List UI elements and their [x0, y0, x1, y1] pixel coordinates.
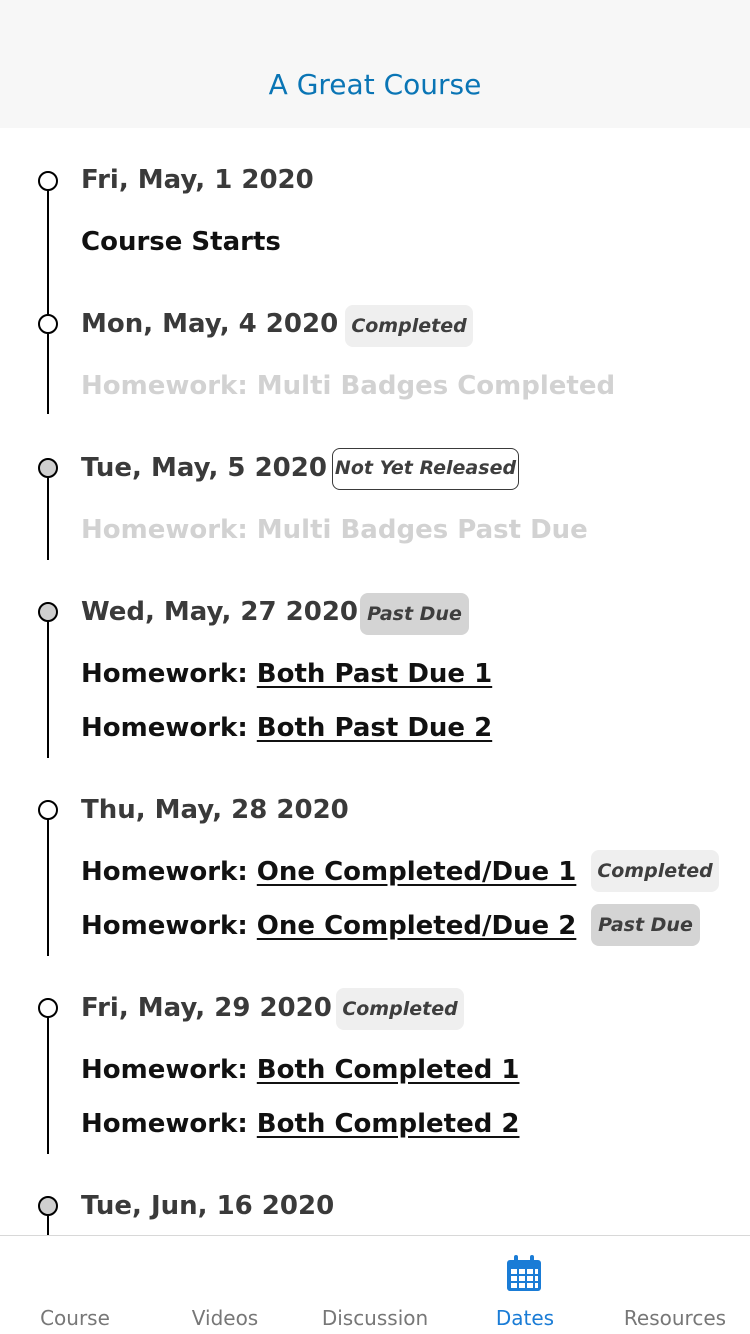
timeline-dot	[38, 458, 58, 478]
item-prefix: Homework:	[81, 911, 257, 941]
assignment-link[interactable]: Both Completed 1	[257, 1055, 520, 1085]
date-heading: Wed, May, 27 2020	[81, 597, 358, 627]
tab-resources[interactable]: Resources	[600, 1306, 750, 1330]
item-prefix: Homework:	[81, 1055, 257, 1085]
tab-dates[interactable]: Dates	[450, 1306, 600, 1330]
date-heading: Tue, Jun, 16 2020	[81, 1191, 335, 1221]
date-heading: Fri, May, 29 2020	[81, 993, 332, 1023]
item-prefix: Homework:	[81, 857, 257, 887]
past-due-badge: Past Due	[360, 593, 469, 635]
app-header: A Great Course	[0, 0, 750, 128]
past-due-badge: Past Due	[591, 904, 700, 946]
completed-badge: Completed	[591, 850, 719, 892]
timeline-dot	[38, 602, 58, 622]
date-item: Homework: Both Past Due 1	[81, 658, 492, 690]
course-title: A Great Course	[268, 68, 482, 101]
timeline-dot	[38, 800, 58, 820]
timeline-line	[47, 602, 49, 758]
item-prefix: Homework:	[81, 515, 257, 545]
date-item: Homework: Both Completed 1	[81, 1054, 519, 1086]
date-item: Homework: Both Completed 2	[81, 1108, 519, 1140]
dates-timeline[interactable]: Fri, May, 1 2020 Course Starts Mon, May,…	[0, 128, 750, 1235]
timeline-dot	[38, 1196, 58, 1216]
item-title: Course Starts	[81, 227, 281, 257]
item-prefix: Homework:	[81, 1109, 257, 1139]
timeline-dot	[38, 171, 58, 191]
item-title: Multi Badges Past Due	[256, 515, 588, 545]
bottom-tab-bar: Course Videos Discussion Dates Resources	[0, 1235, 750, 1334]
date-item: Homework: One Completed/Due 1	[81, 856, 576, 888]
date-heading: Tue, May, 5 2020	[81, 453, 327, 483]
item-title: Multi Badges Completed	[256, 371, 616, 401]
tab-course[interactable]: Course	[0, 1306, 150, 1330]
date-heading: Fri, May, 1 2020	[81, 165, 314, 195]
timeline-line	[47, 998, 49, 1154]
date-item: Homework: Both Past Due 2	[81, 712, 492, 744]
date-item: Homework: Multi Badges Completed	[81, 370, 615, 402]
assignment-link[interactable]: One Completed/Due 1	[257, 857, 577, 887]
calendar-icon[interactable]	[504, 1254, 544, 1294]
timeline-dot	[38, 314, 58, 334]
not-yet-released-badge: Not Yet Released	[332, 448, 519, 490]
date-item: Homework: Multi Badges Past Due	[81, 514, 588, 546]
date-item: Homework: One Completed/Due 2	[81, 910, 576, 942]
completed-badge: Completed	[345, 305, 473, 347]
item-prefix: Homework:	[81, 371, 257, 401]
tab-discussion[interactable]: Discussion	[300, 1306, 450, 1330]
date-heading: Mon, May, 4 2020	[81, 309, 339, 339]
tab-videos[interactable]: Videos	[150, 1306, 300, 1330]
assignment-link[interactable]: Both Past Due 1	[257, 659, 492, 689]
timeline-dot	[38, 998, 58, 1018]
assignment-link[interactable]: Both Past Due 2	[257, 713, 492, 743]
assignment-link[interactable]: One Completed/Due 2	[257, 911, 577, 941]
item-prefix: Homework:	[81, 713, 257, 743]
timeline-line	[47, 800, 49, 956]
timeline-line	[47, 182, 49, 414]
assignment-link[interactable]: Both Completed 2	[257, 1109, 520, 1139]
item-prefix: Homework:	[81, 659, 257, 689]
date-item: Course Starts	[81, 226, 281, 258]
completed-badge: Completed	[336, 988, 464, 1030]
date-heading: Thu, May, 28 2020	[81, 795, 349, 825]
